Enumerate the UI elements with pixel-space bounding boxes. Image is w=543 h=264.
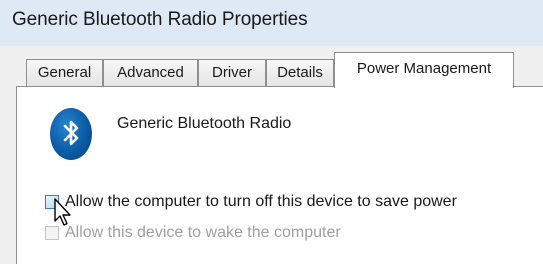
tab-general[interactable]: General [26, 59, 103, 87]
allow-wake-label: Allow this device to wake the computer [65, 224, 341, 241]
tab-driver[interactable]: Driver [198, 59, 266, 87]
tab-power-management[interactable]: Power Management [334, 52, 514, 88]
allow-turn-off-label[interactable]: Allow the computer to turn off this devi… [65, 193, 457, 211]
device-name: Generic Bluetooth Radio [117, 115, 292, 132]
allow-turn-off-option[interactable]: Allow the computer to turn off this devi… [45, 193, 457, 211]
title-bar: Generic Bluetooth Radio Properties [0, 0, 543, 46]
tab-advanced[interactable]: Advanced [103, 59, 198, 87]
bluetooth-icon [50, 108, 92, 160]
mouse-pointer-icon [54, 198, 74, 233]
tab-details[interactable]: Details [266, 59, 334, 87]
window-title: Generic Bluetooth Radio Properties [12, 9, 308, 30]
allow-wake-option: Allow this device to wake the computer [45, 224, 341, 242]
